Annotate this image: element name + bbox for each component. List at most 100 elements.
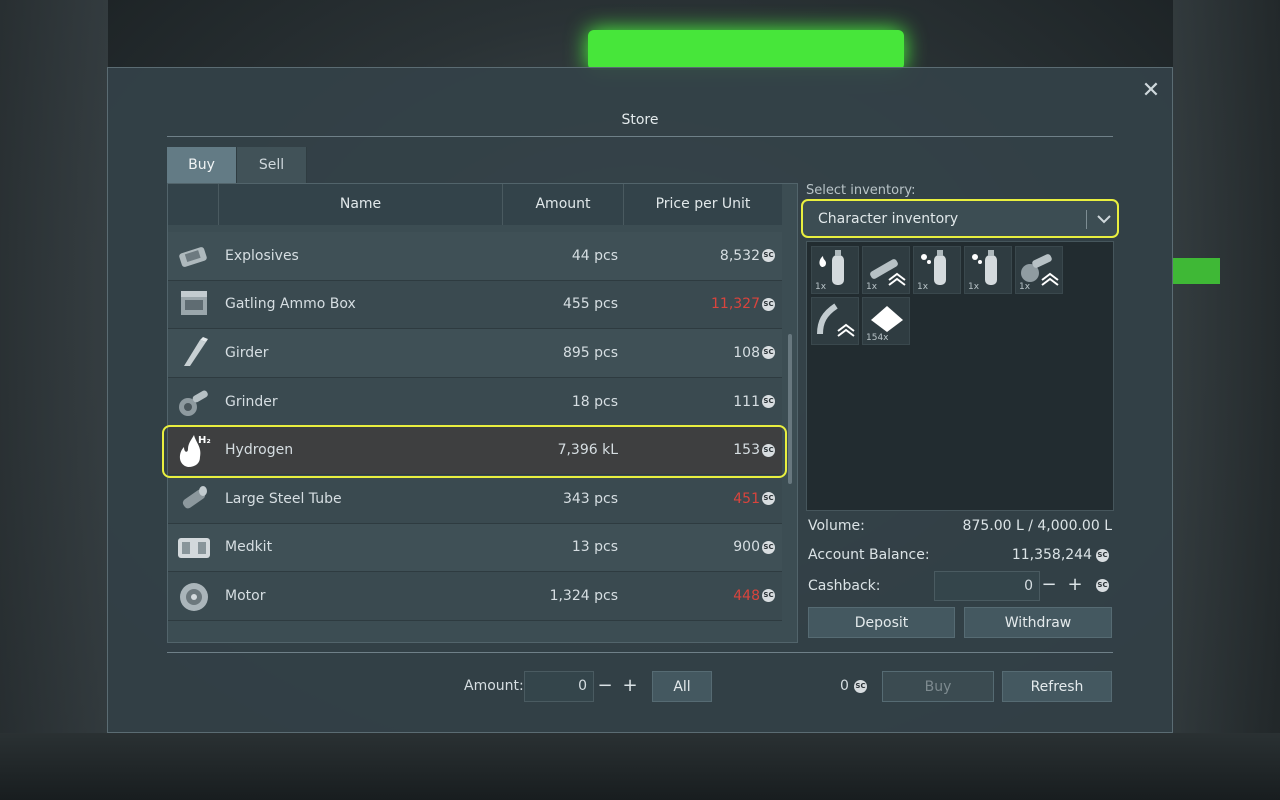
item-price: 108 (733, 344, 760, 361)
tab-bar: Buy Sell (167, 147, 307, 183)
cashback-input[interactable]: 0 (934, 571, 1040, 601)
balance-value: 11,358,244 (1011, 547, 1092, 563)
space-credit-icon: SC (1096, 579, 1109, 592)
space-credit-icon: SC (1096, 549, 1109, 562)
table-row[interactable]: Medkit 13 pcs 900 SC (168, 523, 782, 573)
column-amount[interactable]: Amount (503, 184, 624, 225)
steel-tube-icon (168, 475, 219, 523)
inventory-slot[interactable]: 1x (1015, 246, 1063, 294)
item-price: 451 (733, 490, 760, 507)
store-window: ✕ Store Buy Sell Name Amount Price per U… (107, 67, 1173, 733)
table-row[interactable]: Grinder 18 pcs 111 SC (168, 377, 782, 427)
tab-sell[interactable]: Sell (237, 147, 307, 183)
item-name: Large Steel Tube (225, 490, 342, 507)
slot-quantity: 1x (968, 282, 980, 292)
inventory-slot[interactable] (811, 297, 859, 345)
space-credit-icon: SC (762, 589, 775, 603)
background-green-light (588, 30, 904, 70)
space-credit-icon: SC (854, 680, 867, 693)
space-credit-icon: SC (762, 346, 775, 360)
inventory-slot[interactable]: 1x (862, 246, 910, 294)
footer-divider (167, 652, 1113, 653)
amount-minus-button[interactable]: − (596, 677, 614, 695)
item-name: Explosives (225, 247, 299, 264)
amount-plus-button[interactable]: + (621, 677, 639, 695)
background-floor (0, 733, 1280, 800)
item-price: 448 (733, 587, 760, 604)
inventory-slot[interactable]: 1x (913, 246, 961, 294)
slot-quantity: 1x (917, 282, 929, 292)
item-name: Motor (225, 587, 266, 604)
inventory-slot[interactable]: 154x (862, 297, 910, 345)
space-credit-icon: SC (762, 395, 775, 409)
explosives-icon (168, 232, 219, 280)
deposit-button[interactable]: Deposit (808, 607, 955, 638)
item-table: Name Amount Price per Unit Explosives 44… (167, 183, 798, 643)
ammo-box-icon (168, 280, 219, 328)
cashback-plus-button[interactable]: + (1066, 576, 1084, 594)
table-scrollbar[interactable] (788, 334, 792, 484)
chevron-down-icon (1097, 215, 1111, 224)
item-price: 8,532 (719, 247, 760, 264)
medkit-icon (168, 523, 219, 571)
inventory-slot[interactable]: 1x (964, 246, 1012, 294)
buy-button[interactable]: Buy (882, 671, 994, 702)
amount-input[interactable]: 0 (524, 671, 594, 702)
table-row[interactable]: Explosives 44 pcs 8,532 SC (168, 232, 782, 281)
item-amount: 7,396 kL (557, 442, 618, 459)
refresh-button[interactable]: Refresh (1002, 671, 1112, 702)
item-amount: 343 pcs (562, 490, 618, 507)
table-row-selected[interactable]: H₂ Hydrogen 7,396 kL 153 SC (168, 426, 782, 475)
balance-label: Account Balance: (808, 547, 930, 563)
close-icon[interactable]: ✕ (1138, 78, 1164, 104)
window-title: Store (621, 112, 659, 128)
total-price: 0 (840, 678, 849, 694)
inventory-selected-value: Character inventory (818, 210, 959, 227)
hydrogen-icon: H₂ (168, 426, 219, 474)
withdraw-button[interactable]: Withdraw (964, 607, 1112, 638)
table-rows: Explosives 44 pcs 8,532 SC Gatling Ammo … (168, 232, 782, 621)
item-price: 111 (733, 393, 760, 410)
background-wall-left (0, 0, 108, 800)
slot-quantity: 1x (866, 282, 878, 292)
cashback-minus-button[interactable]: − (1040, 576, 1058, 594)
item-amount: 1,324 pcs (549, 587, 618, 604)
table-row[interactable]: Motor 1,324 pcs 448 SC (168, 572, 782, 621)
item-amount: 44 pcs (571, 247, 618, 264)
tab-buy[interactable]: Buy (167, 147, 237, 183)
volume-label: Volume: (808, 518, 865, 534)
slot-quantity: 154x (866, 333, 889, 343)
column-icon (168, 184, 219, 225)
background-green-light-right (1172, 258, 1220, 284)
item-amount: 895 pcs (562, 344, 618, 361)
all-button[interactable]: All (652, 671, 712, 702)
space-credit-icon: SC (762, 443, 775, 457)
column-price[interactable]: Price per Unit (624, 184, 782, 225)
volume-value: 875.00 L / 4,000.00 L (962, 518, 1112, 534)
item-name: Girder (225, 344, 269, 361)
space-credit-icon: SC (762, 492, 775, 506)
space-credit-icon: SC (762, 249, 775, 263)
motor-icon (168, 572, 219, 620)
amount-label: Amount: (464, 678, 524, 694)
space-credit-icon: SC (762, 297, 775, 311)
inventory-select[interactable]: Character inventory (801, 199, 1119, 238)
item-name: Gatling Ammo Box (225, 296, 356, 313)
inventory-slot[interactable]: 1x (811, 246, 859, 294)
column-name[interactable]: Name (219, 184, 503, 225)
table-row[interactable]: Girder 895 pcs 108 SC (168, 329, 782, 378)
slot-quantity: 1x (815, 282, 827, 292)
drill-tool-icon (817, 303, 855, 337)
item-amount: 455 pcs (562, 296, 618, 313)
item-amount: 13 pcs (571, 539, 618, 556)
item-name: Grinder (225, 393, 278, 410)
inventory-label: Select inventory: (806, 183, 916, 198)
inventory-grid: 1x 1x 1x 1x 1x 154x (806, 241, 1114, 511)
item-price: 153 (733, 442, 760, 459)
table-header: Name Amount Price per Unit (168, 184, 782, 225)
item-price: 900 (733, 539, 760, 556)
title-divider (167, 136, 1113, 137)
item-name: Medkit (225, 539, 273, 556)
table-row[interactable]: Gatling Ammo Box 455 pcs 11,327 SC (168, 280, 782, 330)
table-row[interactable]: Large Steel Tube 343 pcs 451 SC (168, 474, 782, 524)
